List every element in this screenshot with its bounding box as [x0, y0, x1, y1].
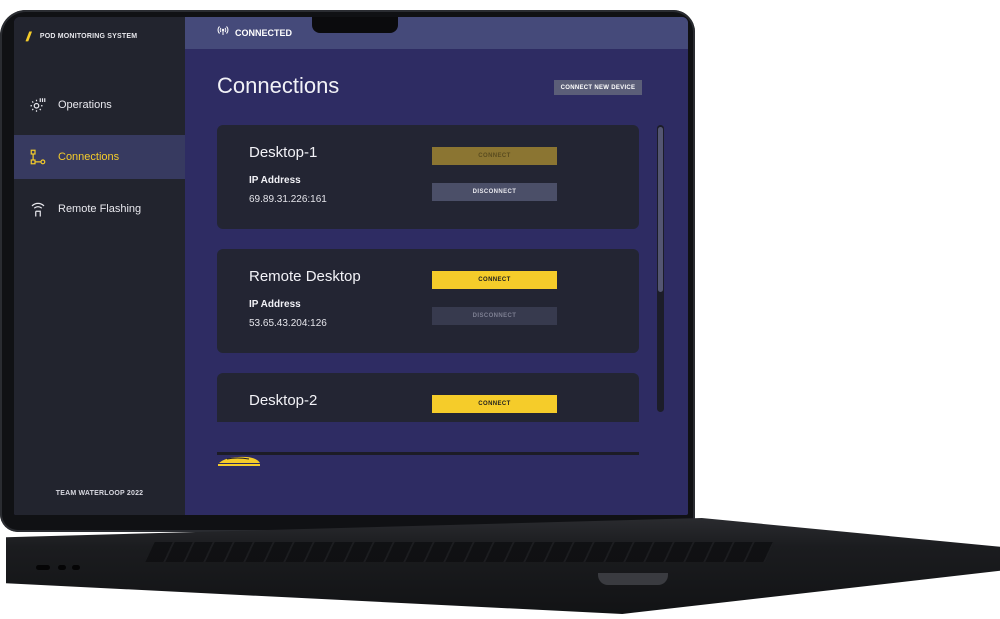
sidebar-item-operations[interactable]: Operations — [14, 83, 185, 127]
scrollbar-thumb[interactable] — [658, 127, 663, 292]
sidebar-item-connections[interactable]: Connections — [14, 135, 185, 179]
device-card: Remote Desktop IP Address 53.65.43.204:1… — [217, 249, 639, 353]
port — [58, 565, 66, 570]
ip-label: IP Address — [249, 299, 301, 310]
port — [72, 565, 80, 570]
connect-button[interactable]: CONNECT — [432, 147, 557, 165]
port — [36, 565, 50, 570]
signal-icon — [217, 24, 229, 42]
sidebar-item-remote-flashing[interactable]: Remote Flashing — [14, 187, 185, 231]
antenna-icon — [28, 199, 48, 219]
device-list: Desktop-1 IP Address 69.89.31.226:161 CO… — [217, 125, 639, 422]
connect-button[interactable]: CONNECT — [432, 271, 557, 289]
device-name: Desktop-2 — [249, 392, 318, 409]
sidebar-item-label: Connections — [58, 151, 120, 163]
connection-status: CONNECTED — [235, 28, 293, 38]
brand-logo: /// — [26, 29, 31, 44]
scrollbar[interactable] — [657, 125, 664, 412]
ip-label: IP Address — [249, 175, 301, 186]
disconnect-button[interactable]: DISCONNECT — [432, 307, 557, 325]
device-name: Remote Desktop — [249, 268, 361, 285]
gear-icon — [28, 95, 48, 115]
keyboard — [145, 542, 775, 562]
device-name: Desktop-1 — [249, 144, 318, 161]
connections-icon — [28, 147, 48, 167]
app-title: POD MONITORING SYSTEM — [39, 33, 138, 40]
device-card: Desktop-1 IP Address 69.89.31.226:161 CO… — [217, 125, 639, 229]
laptop-base — [6, 518, 1000, 614]
sidebar-item-label: Remote Flashing — [58, 203, 142, 215]
sidebar-item-label: Operations — [58, 99, 112, 111]
device-card: Desktop-2 CONNECT — [217, 373, 639, 422]
brand: /// POD MONITORING SYSTEM — [26, 29, 137, 44]
page-title: Connections — [217, 73, 340, 98]
disconnect-button[interactable]: DISCONNECT — [432, 183, 557, 201]
status-bar: CONNECTED — [185, 17, 688, 49]
trackpad-lip — [598, 573, 668, 585]
ip-address: 69.89.31.226:161 — [249, 194, 327, 205]
connect-button[interactable]: CONNECT — [432, 395, 557, 413]
pod-track — [217, 452, 639, 455]
pod-icon — [217, 454, 261, 468]
camera-notch — [312, 17, 398, 33]
connect-new-device-button[interactable]: CONNECT NEW DEVICE — [554, 80, 642, 95]
sidebar: /// POD MONITORING SYSTEM Operations Con… — [14, 17, 185, 515]
ip-address: 53.65.43.204:126 — [249, 318, 327, 329]
app-screen: /// POD MONITORING SYSTEM Operations Con… — [14, 17, 688, 515]
sidebar-footer: TEAM WATERLOOP 2022 — [55, 490, 144, 497]
sidebar-nav: Operations Connections Remote Flashing — [14, 83, 185, 239]
